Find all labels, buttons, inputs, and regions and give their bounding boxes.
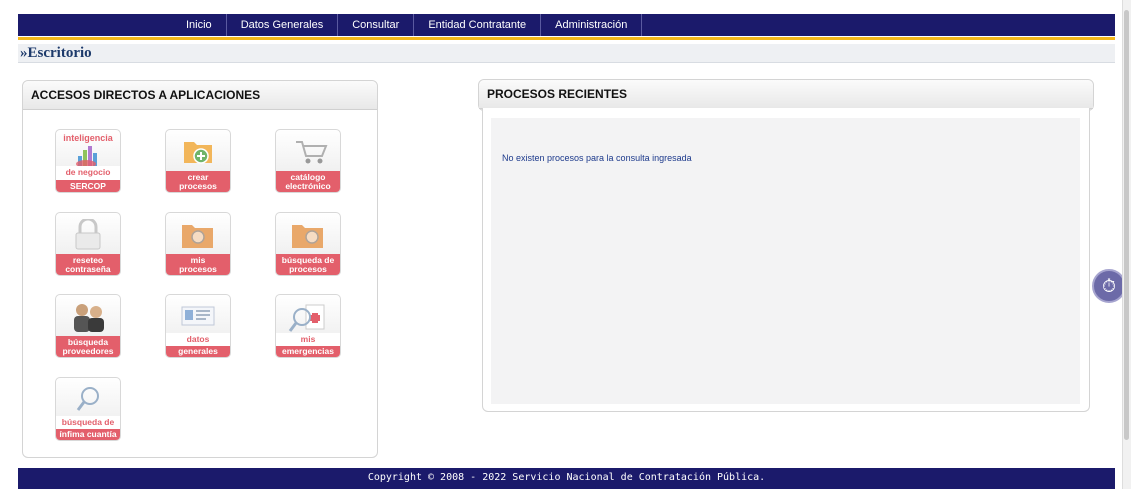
app-busqueda-proveedores[interactable]: búsqueda proveedores xyxy=(55,294,121,358)
menu-item-inicio[interactable]: Inicio xyxy=(172,14,227,36)
floating-help-button[interactable]: ⏱ xyxy=(1092,269,1126,303)
app-datos-generales[interactable]: datos generales xyxy=(165,294,231,358)
app-catalogo-electronico[interactable]: catálogo electrónico xyxy=(275,129,341,193)
app-inteligencia-negocio[interactable]: inteligencia de negocio SERCOP xyxy=(55,129,121,193)
nav-accent-line xyxy=(18,37,1115,40)
recent-processes-body: No existen procesos para la consulta ing… xyxy=(482,108,1090,412)
main-menu: Inicio Datos Generales Consultar Entidad… xyxy=(172,14,643,36)
app-label: búsqueda proveedores xyxy=(56,336,120,357)
app-label-band: ínfima cuantía xyxy=(56,429,120,440)
recent-processes-header: PROCESOS RECIENTES xyxy=(479,80,1093,109)
bar-chart-icon xyxy=(76,146,97,168)
app-label: catálogo electrónico xyxy=(276,171,340,192)
menu-item-administracion[interactable]: Administración xyxy=(541,14,643,36)
folder-search-icon xyxy=(292,225,323,248)
app-label: búsqueda de procesos xyxy=(276,254,340,275)
scrollbar-thumb[interactable] xyxy=(1124,10,1129,440)
top-nav-bar: Inicio Datos Generales Consultar Entidad… xyxy=(18,14,1115,40)
empty-message: No existen procesos para la consulta ing… xyxy=(502,153,692,163)
people-icon xyxy=(74,304,104,332)
folder-search-icon xyxy=(182,225,213,248)
menu-item-entidad-contratante[interactable]: Entidad Contratante xyxy=(414,14,542,36)
recent-processes-title: PROCESOS RECIENTES xyxy=(487,87,628,101)
menu-item-datos-generales[interactable]: Datos Generales xyxy=(227,14,339,36)
app-busqueda-procesos[interactable]: búsqueda de procesos xyxy=(275,212,341,276)
padlock-icon xyxy=(75,219,101,250)
app-mis-procesos[interactable]: mis procesos xyxy=(165,212,231,276)
id-card-icon xyxy=(181,306,215,326)
app-top-label: inteligencia xyxy=(63,133,113,143)
app-crear-procesos[interactable]: crear procesos xyxy=(165,129,231,193)
menu-item-consultar[interactable]: Consultar xyxy=(338,14,415,36)
breadcrumb: »Escritorio xyxy=(18,44,1115,63)
app-label-band: SERCOP xyxy=(56,180,120,192)
app-label: mis procesos xyxy=(166,254,230,275)
add-folder-icon xyxy=(184,142,212,164)
app-busqueda-infima-cuantia[interactable]: búsqueda de ínfima cuantía xyxy=(55,377,121,441)
app-label: crear procesos xyxy=(166,171,230,192)
recent-processes-list: No existen procesos para la consulta ing… xyxy=(491,118,1080,404)
app-reseteo-contrasena[interactable]: reseteo contraseña xyxy=(55,212,121,276)
app-label-band: emergencias xyxy=(276,346,340,357)
shortcuts-panel-title: ACCESOS DIRECTOS A APLICACIONES xyxy=(31,88,261,102)
shopping-cart-icon xyxy=(296,141,328,164)
page-scrollbar[interactable] xyxy=(1122,0,1131,489)
recent-processes-panel: PROCESOS RECIENTES xyxy=(478,79,1094,111)
clock-check-icon: ⏱ xyxy=(1101,276,1117,296)
page: Inicio Datos Generales Consultar Entidad… xyxy=(0,0,1123,489)
shortcuts-panel: ACCESOS DIRECTOS A APLICACIONES intelige… xyxy=(22,80,378,458)
medical-search-icon xyxy=(288,304,325,332)
shortcuts-panel-header: ACCESOS DIRECTOS A APLICACIONES xyxy=(23,81,377,110)
app-label: reseteo contraseña xyxy=(56,254,120,275)
footer: Copyright © 2008 - 2022 Servicio Naciona… xyxy=(18,468,1115,489)
page-title: »Escritorio xyxy=(20,45,92,61)
magnifier-icon xyxy=(76,387,99,411)
app-mis-emergencias[interactable]: mis emergencias xyxy=(275,294,341,358)
app-label-band: generales xyxy=(166,346,230,357)
